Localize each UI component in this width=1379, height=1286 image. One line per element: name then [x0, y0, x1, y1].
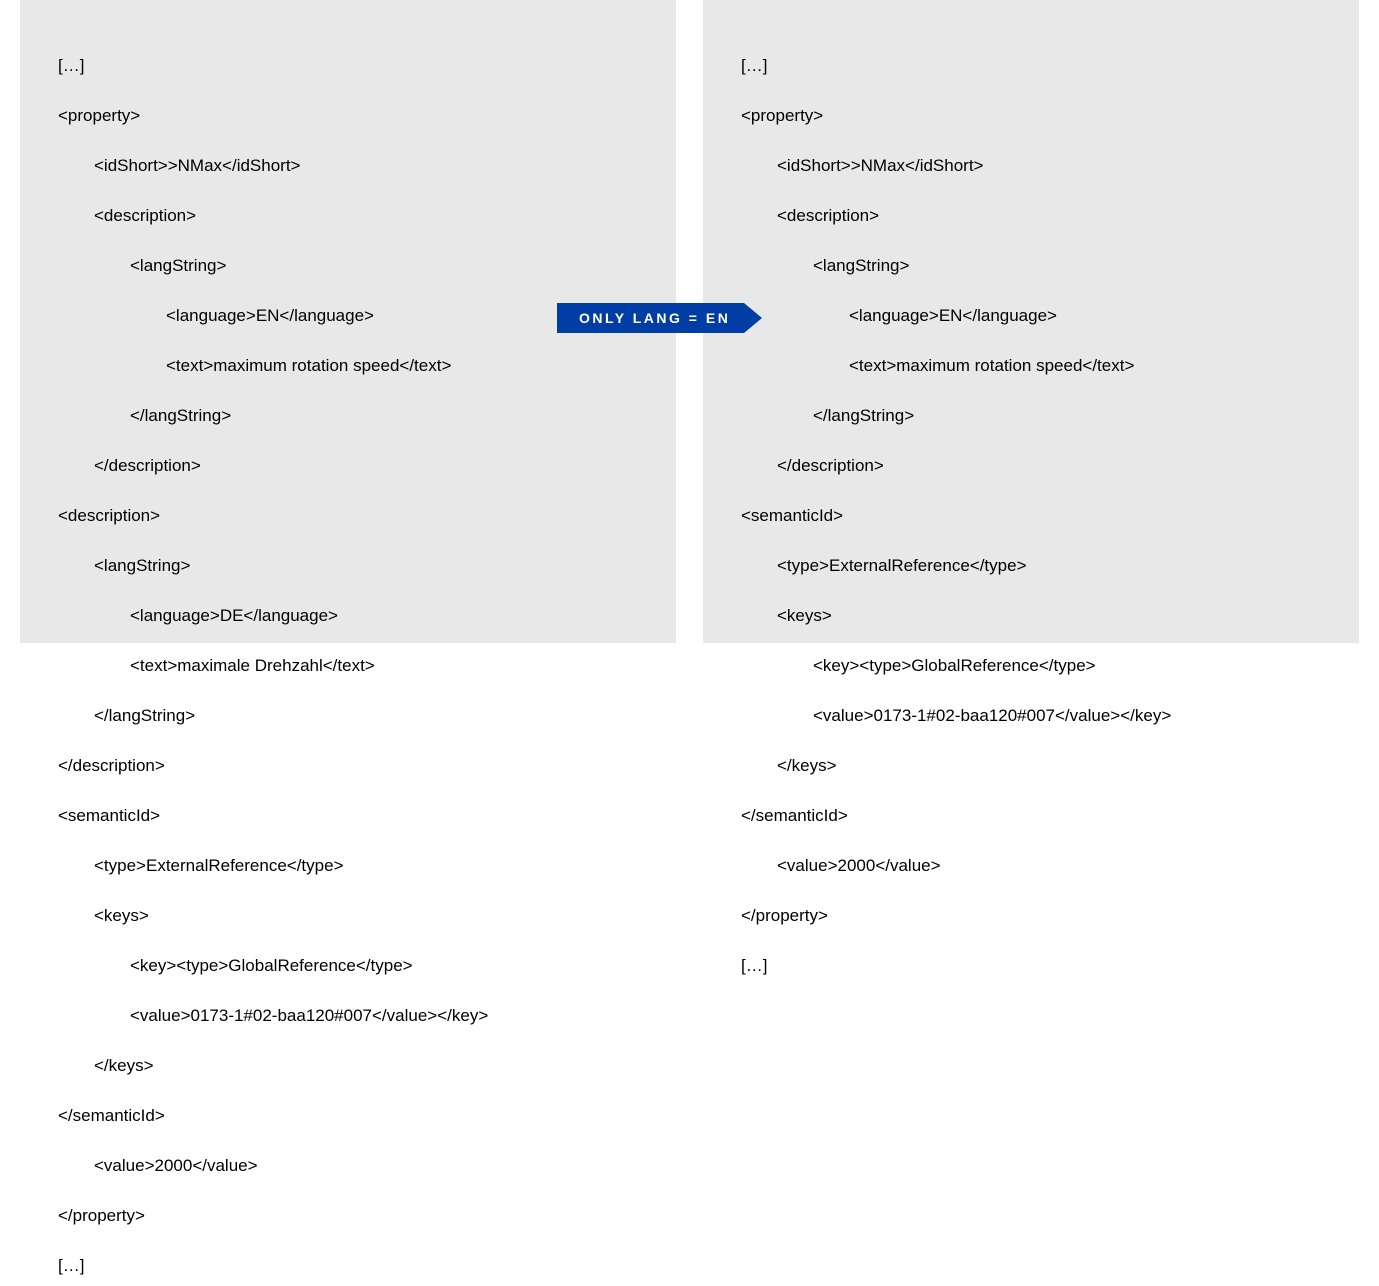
code-line: <idShort>>NMax</idShort>	[58, 153, 638, 178]
code-line: </langString>	[58, 703, 638, 728]
code-line: <langString>	[58, 553, 638, 578]
code-line: </keys>	[741, 753, 1321, 778]
code-line: </description>	[741, 453, 1321, 478]
right-code-block: […] <property> <idShort>>NMax</idShort> …	[741, 28, 1321, 1028]
code-line: </description>	[58, 753, 638, 778]
code-line: <property>	[741, 103, 1321, 128]
code-line: <value>0173-1#02-baa120#007</value></key…	[741, 703, 1321, 728]
code-line: <value>2000</value>	[58, 1153, 638, 1178]
code-line: <idShort>>NMax</idShort>	[741, 153, 1321, 178]
code-line: <text>maximum rotation speed</text>	[741, 353, 1321, 378]
code-line: <keys>	[58, 903, 638, 928]
code-line: </langString>	[741, 403, 1321, 428]
code-line: <type>ExternalReference</type>	[58, 853, 638, 878]
code-line: </semanticId>	[741, 803, 1321, 828]
code-line: […]	[58, 53, 638, 78]
code-line: </property>	[58, 1203, 638, 1228]
code-line: </description>	[58, 453, 638, 478]
code-line: </langString>	[58, 403, 638, 428]
code-line: <langString>	[58, 253, 638, 278]
code-line: <semanticId>	[58, 803, 638, 828]
left-code-block: […] <property> <idShort>>NMax</idShort> …	[58, 28, 638, 1286]
code-line: <text>maximale Drehzahl</text>	[58, 653, 638, 678]
code-line: <keys>	[741, 603, 1321, 628]
code-line: <language>EN</language>	[58, 303, 638, 328]
filter-arrow: ONLY LANG = EN	[557, 303, 762, 333]
code-line: </semanticId>	[58, 1103, 638, 1128]
code-line: […]	[741, 53, 1321, 78]
arrow-right-icon	[744, 303, 762, 333]
code-line: <description>	[741, 203, 1321, 228]
code-line: <semanticId>	[741, 503, 1321, 528]
code-line: <description>	[58, 503, 638, 528]
code-line: <langString>	[741, 253, 1321, 278]
code-line: <description>	[58, 203, 638, 228]
code-line: <type>ExternalReference</type>	[741, 553, 1321, 578]
code-line: […]	[58, 1253, 638, 1278]
filter-arrow-label: ONLY LANG = EN	[557, 303, 744, 333]
code-line: <language>EN</language>	[741, 303, 1321, 328]
code-line: <text>maximum rotation speed</text>	[58, 353, 638, 378]
code-line: </keys>	[58, 1053, 638, 1078]
code-line: <key><type>GlobalReference</type>	[58, 953, 638, 978]
code-line: <language>DE</language>	[58, 603, 638, 628]
code-line: <value>2000</value>	[741, 853, 1321, 878]
code-line: <property>	[58, 103, 638, 128]
code-line: </property>	[741, 903, 1321, 928]
code-line: <value>0173-1#02-baa120#007</value></key…	[58, 1003, 638, 1028]
right-code-panel: […] <property> <idShort>>NMax</idShort> …	[703, 0, 1359, 643]
code-line: <key><type>GlobalReference</type>	[741, 653, 1321, 678]
code-line: […]	[741, 953, 1321, 978]
